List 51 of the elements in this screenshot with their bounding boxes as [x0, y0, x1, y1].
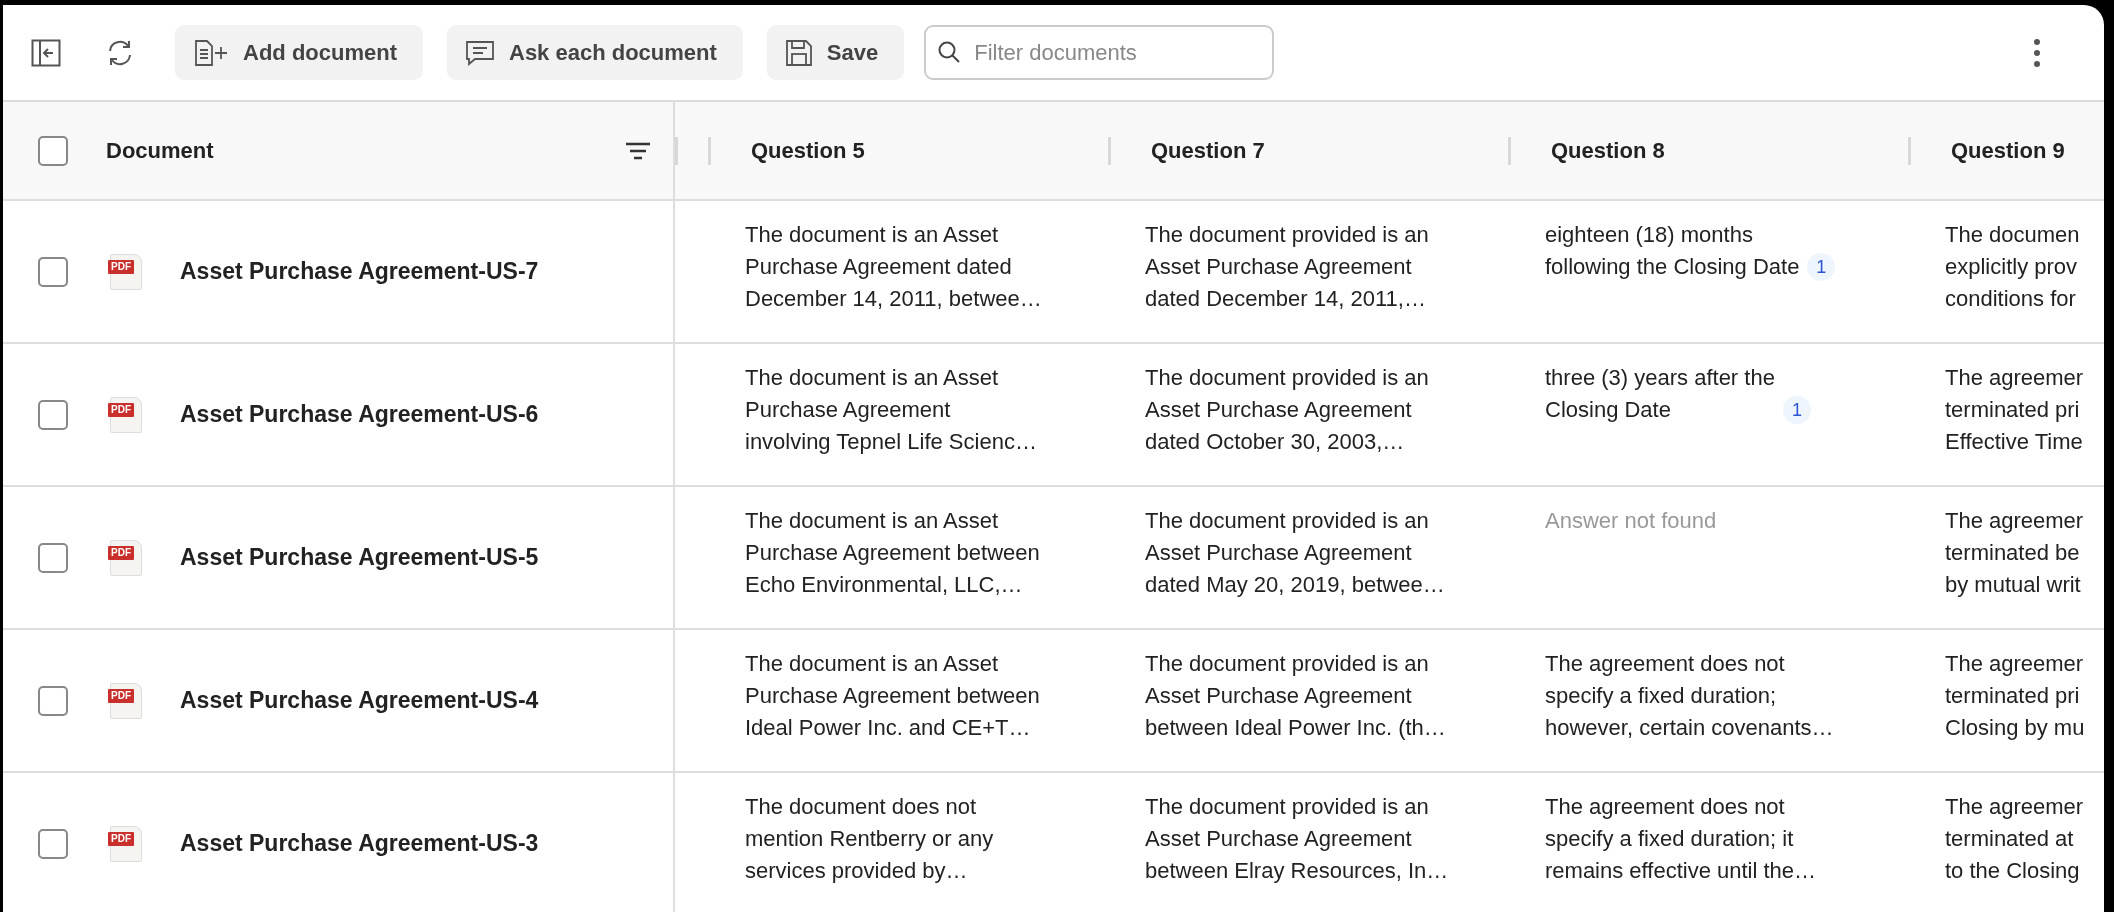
- answer-text: three (3) years after the Closing Date: [1545, 364, 1775, 424]
- file-type-label: PDF: [108, 545, 134, 560]
- row-checkbox[interactable]: [38, 399, 68, 430]
- column-header: Question 7: [1151, 137, 1265, 164]
- document-name[interactable]: Asset Purchase Agreement-US-4: [180, 687, 539, 714]
- document-name[interactable]: Asset Purchase Agreement-US-5: [180, 544, 539, 571]
- answer-text: The document is an Asset Purchase Agreement between Ideal Power Inc. and CE+T…: [745, 650, 1040, 742]
- citation-badge[interactable]: 1: [1782, 396, 1811, 424]
- file-type-label: PDF: [108, 688, 134, 703]
- column-header: Question 9: [1951, 137, 2065, 164]
- answer-text: Answer not found: [1545, 507, 1717, 535]
- document-name[interactable]: Asset Purchase Agreement-US-7: [180, 258, 539, 285]
- file-type-label: PDF: [108, 402, 134, 417]
- answer-text: The agreement does not specify a fixed duration; it remains effective until the…: [1545, 793, 1817, 885]
- citation-badge[interactable]: 1: [1807, 253, 1836, 281]
- row-checkbox[interactable]: [38, 685, 68, 716]
- answer-text: The document provided is an Asset Purchase Agreement dated October 30, 2003,…: [1145, 364, 1429, 456]
- column-header: Question 5: [751, 137, 865, 164]
- row-checkbox[interactable]: [38, 256, 68, 287]
- answer-text: The documen explicitly prov conditions for: [1945, 221, 2080, 313]
- answer-text: The document provided is an Asset Purchase Agreement between Ideal Power Inc. (th…: [1145, 650, 1446, 742]
- document-name[interactable]: Asset Purchase Agreement-US-3: [180, 830, 539, 857]
- row-checkbox[interactable]: [38, 542, 68, 573]
- file-type-label: PDF: [108, 831, 134, 846]
- answer-text: The document provided is an Asset Purchase Agreement dated December 14, 2011,…: [1145, 221, 1429, 313]
- answer-text: The agreemer terminated at to the Closing: [1945, 793, 2084, 885]
- column-header: Question 8: [1551, 137, 1665, 164]
- search-icon: [937, 40, 962, 64]
- chat-bubble-icon: [465, 38, 495, 67]
- answer-text: The document is an Asset Purchase Agreement between Echo Environmental, LLC,…: [745, 507, 1040, 599]
- search-field[interactable]: Filter documents: [924, 25, 1275, 80]
- column-header: Document: [106, 137, 214, 164]
- row-checkbox[interactable]: [38, 828, 68, 859]
- answer-text: The document is an Asset Purchase Agreement involving Tepnel Life Scienc…: [745, 364, 1037, 456]
- answer-text: eighteen (18) months following the Closing Date: [1545, 221, 1800, 281]
- save-button[interactable]: Save: [766, 25, 905, 80]
- answer-text: The document provided is an Asset Purchase Agreement between Elray Resources, In…: [1145, 793, 1449, 885]
- select-all-checkbox[interactable]: [38, 135, 68, 166]
- answer-text: The agreement does not specify a fixed duration; however, certain covenants…: [1545, 650, 1834, 742]
- answer-text: The agreemer terminated be by mutual writ: [1945, 507, 2084, 599]
- answer-text: The document does not mention Rentberry or any services provided by…: [745, 793, 994, 885]
- document-name[interactable]: Asset Purchase Agreement-US-6: [180, 401, 539, 428]
- answer-text: The document provided is an Asset Purchase Agreement dated May 20, 2019, betwee…: [1145, 507, 1445, 599]
- ask-button[interactable]: Ask each document: [447, 25, 743, 80]
- answer-text: The agreemer terminated pri Effective Time: [1945, 364, 2084, 456]
- add-document-icon: [193, 38, 229, 67]
- file-type-label: PDF: [108, 259, 134, 274]
- add-document-button[interactable]: Add document: [175, 25, 423, 80]
- answer-text: The agreemer terminated pri Closing by mu: [1945, 650, 2085, 742]
- answer-text: The document is an Asset Purchase Agreement dated December 14, 2011, betwee…: [745, 221, 1042, 313]
- filter-icon[interactable]: [625, 140, 651, 161]
